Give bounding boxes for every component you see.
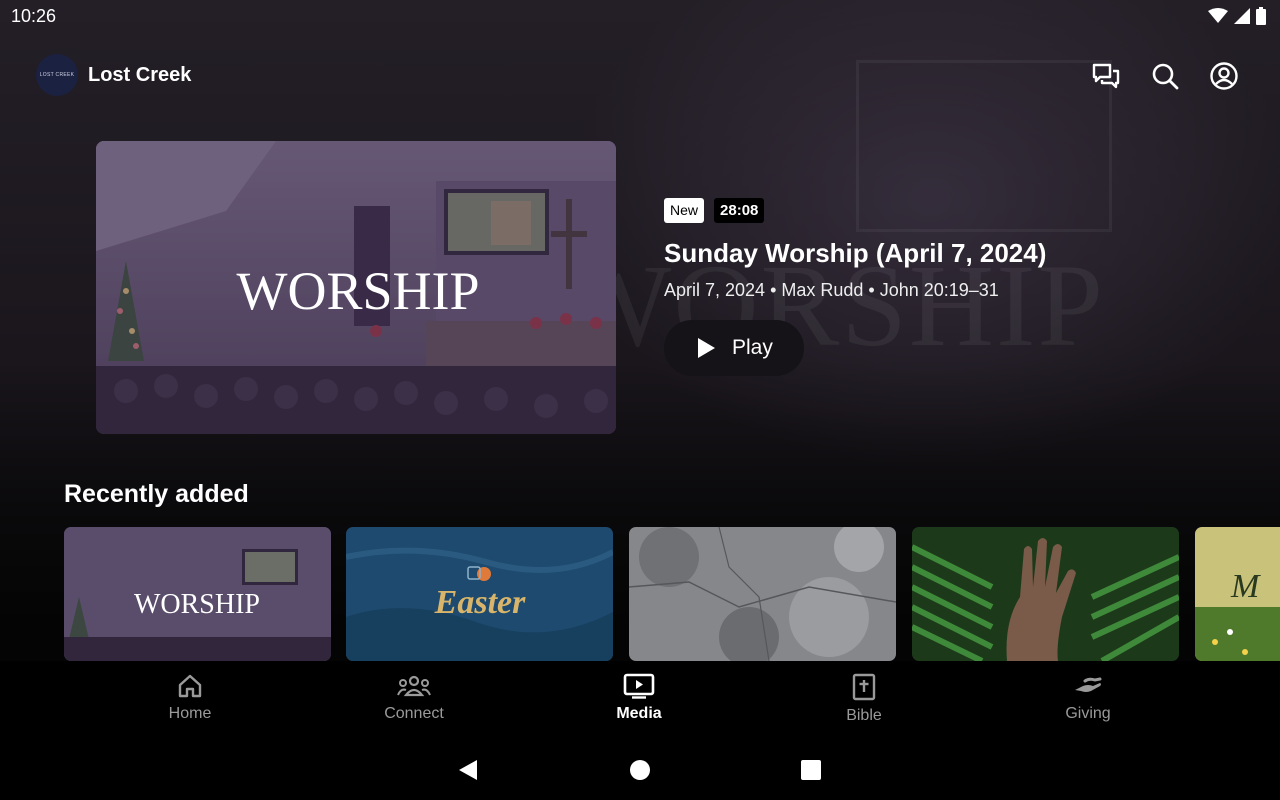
nav-item-media[interactable]: Media	[579, 673, 699, 731]
duration-badge: 28:08	[714, 198, 765, 223]
nav-label-bible: Bible	[846, 707, 882, 724]
logo-text: LOST CREEK	[39, 72, 75, 78]
meadow-thumbnail: M	[1195, 527, 1280, 661]
battery-icon	[1256, 7, 1266, 25]
system-nav-bar	[0, 733, 1280, 800]
media-card[interactable]: WORSHIP	[64, 527, 331, 661]
account-button[interactable]	[1208, 60, 1240, 92]
media-card[interactable]	[629, 527, 896, 661]
play-button[interactable]: Play	[664, 320, 804, 376]
chat-button[interactable]	[1090, 60, 1122, 92]
status-time: 10:26	[11, 6, 57, 26]
recently-added-row[interactable]: WORSHIP Easter M	[64, 527, 1280, 661]
hero-badges: New 28:08	[664, 198, 765, 223]
card-title: M	[1230, 568, 1261, 605]
status-icons	[1208, 7, 1266, 25]
worship-thumbnail: WORSHIP	[64, 527, 331, 661]
worship-scene-image: WORSHIP	[96, 141, 616, 434]
new-badge: New	[664, 198, 705, 223]
hand-palm-thumbnail	[912, 527, 1179, 661]
media-card[interactable]: M	[1195, 527, 1280, 661]
play-icon	[698, 338, 715, 358]
recents-button[interactable]	[796, 755, 826, 785]
hero-subtitle: April 7, 2024 • Max Rudd • John 20:19–31	[664, 280, 999, 300]
status-bar: 10:26	[0, 0, 1280, 34]
back-icon	[459, 760, 477, 780]
media-card[interactable]: Easter	[346, 527, 613, 661]
easter-thumbnail: Easter	[346, 527, 613, 661]
home-system-button[interactable]	[625, 755, 655, 785]
nav-label-connect: Connect	[384, 705, 444, 722]
recently-added-title: Recently added	[64, 480, 249, 508]
nav-item-giving[interactable]: Giving	[1028, 673, 1148, 731]
home-icon	[178, 674, 202, 698]
giving-icon	[1075, 677, 1102, 692]
nav-item-connect[interactable]: Connect	[354, 673, 474, 731]
church-logo[interactable]: LOST CREEK	[36, 54, 78, 96]
media-card[interactable]	[912, 527, 1179, 661]
hero-thumbnail[interactable]: WORSHIP	[96, 141, 616, 434]
account-icon	[1210, 62, 1238, 90]
wifi-icon	[1208, 8, 1228, 23]
hero-title: Sunday Worship (April 7, 2024)	[664, 238, 1047, 268]
media-icon	[623, 673, 655, 699]
nav-item-bible[interactable]: Bible	[804, 673, 924, 731]
card-title: WORSHIP	[134, 589, 260, 620]
search-button[interactable]	[1149, 60, 1181, 92]
nav-label-giving: Giving	[1065, 705, 1111, 722]
nav-label-home: Home	[168, 705, 212, 722]
signal-icon	[1234, 8, 1250, 24]
play-label: Play	[732, 336, 773, 359]
card-title: Easter	[434, 584, 526, 621]
bible-icon	[852, 673, 876, 701]
people-icon	[397, 675, 431, 697]
stone-texture-thumbnail	[629, 527, 896, 661]
circle-home-icon	[630, 760, 650, 780]
bottom-nav: Home Connect Media Bible Giving	[0, 661, 1280, 733]
back-button[interactable]	[453, 755, 483, 785]
app-title: Lost Creek	[88, 64, 192, 86]
nav-item-home[interactable]: Home	[130, 673, 250, 731]
hero-thumbnail-title: WORSHIP	[236, 261, 479, 321]
square-recents-icon	[801, 760, 821, 780]
app-header: LOST CREEK Lost Creek	[0, 52, 1280, 100]
chat-icon	[1092, 63, 1120, 89]
nav-label-media: Media	[616, 705, 662, 722]
search-icon	[1152, 63, 1179, 90]
